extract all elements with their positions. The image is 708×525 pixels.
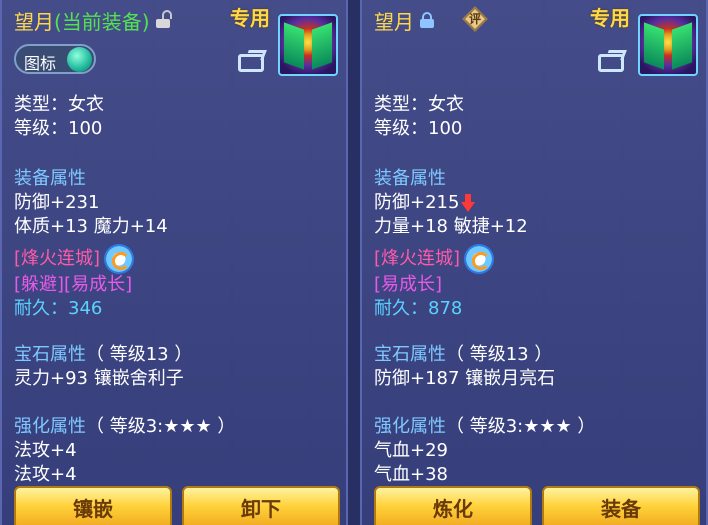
- attr-line-2: 体质+13 魔力+14: [14, 216, 168, 237]
- special-line-1: [烽火连城]: [14, 244, 135, 274]
- refresh-icon[interactable]: [104, 244, 135, 274]
- special-line-2: [易成长]: [374, 274, 443, 295]
- durability-line: 耐久：878: [374, 298, 462, 320]
- special-line-2: [躲避][易成长]: [14, 274, 133, 295]
- title-row: 望月 (当前装备): [14, 6, 172, 34]
- unequip-button[interactable]: 卸下: [182, 486, 340, 525]
- attr-header: 装备属性: [14, 168, 86, 189]
- attr-line-2: 力量+18 敏捷+12: [374, 216, 528, 237]
- enhance-level: （ 等级3:★★★ ）: [446, 416, 596, 437]
- equipment-icon: [278, 14, 338, 76]
- gem-header: 宝石属性: [14, 344, 86, 365]
- equipment-icon: [638, 14, 698, 76]
- enhance-line-1: 气血+29: [374, 440, 448, 461]
- refine-button[interactable]: 炼化: [374, 486, 532, 525]
- special-skill: [烽火连城]: [374, 248, 461, 269]
- exclusive-label: 专用: [590, 6, 630, 30]
- refresh-icon[interactable]: [464, 244, 495, 274]
- durability-value: 346: [68, 298, 103, 319]
- current-equipment-tooltip: 望月 (当前装备) 专用 图标 类型：女衣 等级：100 装备属性 防御+231…: [0, 0, 348, 525]
- attr-line-1-text: 防御+215: [374, 192, 460, 213]
- special-skill: [烽火连城]: [14, 248, 101, 269]
- icon-toggle-label: 图标: [24, 54, 57, 73]
- down-arrow-icon: [461, 194, 476, 212]
- enhance-header: 强化属性: [14, 416, 86, 437]
- evaluate-badge[interactable]: 评: [462, 6, 488, 32]
- enhance-header-line: 强化属性（ 等级3:★★★ ）: [374, 416, 595, 438]
- compare-equipment-tooltip: 望月 评 专用 类型：女衣 等级：100 装备属性 防御+215 力量+18 敏…: [360, 0, 708, 525]
- item-name: 望月: [374, 9, 414, 34]
- share-icon[interactable]: [598, 48, 628, 72]
- locked-lock-icon[interactable]: [420, 12, 434, 28]
- gem-header-line: 宝石属性（ 等级13 ）: [14, 344, 192, 366]
- durability-value: 878: [428, 298, 463, 319]
- gem-level: （ 等级13 ）: [86, 344, 193, 365]
- equip-button[interactable]: 装备: [542, 486, 700, 525]
- inlay-button[interactable]: 镶嵌: [14, 486, 172, 525]
- gem-header: 宝石属性: [374, 344, 446, 365]
- unlocked-lock-icon[interactable]: [155, 10, 172, 28]
- current-equipped-tag: (当前装备): [54, 9, 150, 34]
- enhance-line-2: 法攻+4: [14, 464, 77, 485]
- enhance-line-2: 气血+38: [374, 464, 448, 485]
- special-line-1: [烽火连城]: [374, 244, 495, 274]
- exclusive-label: 专用: [230, 6, 270, 30]
- gem-level: （ 等级13 ）: [446, 344, 553, 365]
- item-name: 望月: [14, 9, 54, 34]
- attr-header: 装备属性: [374, 168, 446, 189]
- enhance-level: （ 等级3:★★★ ）: [86, 416, 236, 437]
- gem-header-line: 宝石属性（ 等级13 ）: [374, 344, 552, 366]
- gem-line: 防御+187 镶嵌月亮石: [374, 368, 556, 389]
- gem-line: 灵力+93 镶嵌舍利子: [14, 368, 184, 389]
- panel-divider: [348, 0, 360, 525]
- enhance-header: 强化属性: [374, 416, 446, 437]
- enhance-header-line: 强化属性（ 等级3:★★★ ）: [14, 416, 235, 438]
- attr-line-1: 防御+231: [14, 192, 100, 213]
- durability-label: 耐久：: [14, 298, 68, 319]
- durability-line: 耐久：346: [14, 298, 102, 320]
- evaluate-badge-label: 评: [468, 12, 481, 26]
- attr-line-1: 防御+215: [374, 192, 476, 214]
- type-line: 类型：女衣: [14, 94, 104, 115]
- icon-toggle[interactable]: 图标: [14, 44, 96, 74]
- level-line: 等级：100: [374, 118, 463, 139]
- durability-label: 耐久：: [374, 298, 428, 319]
- level-line: 等级：100: [14, 118, 103, 139]
- type-line: 类型：女衣: [374, 94, 464, 115]
- share-icon[interactable]: [238, 48, 268, 72]
- enhance-line-1: 法攻+4: [14, 440, 77, 461]
- toggle-knob: [67, 47, 92, 72]
- title-row: 望月: [374, 6, 434, 34]
